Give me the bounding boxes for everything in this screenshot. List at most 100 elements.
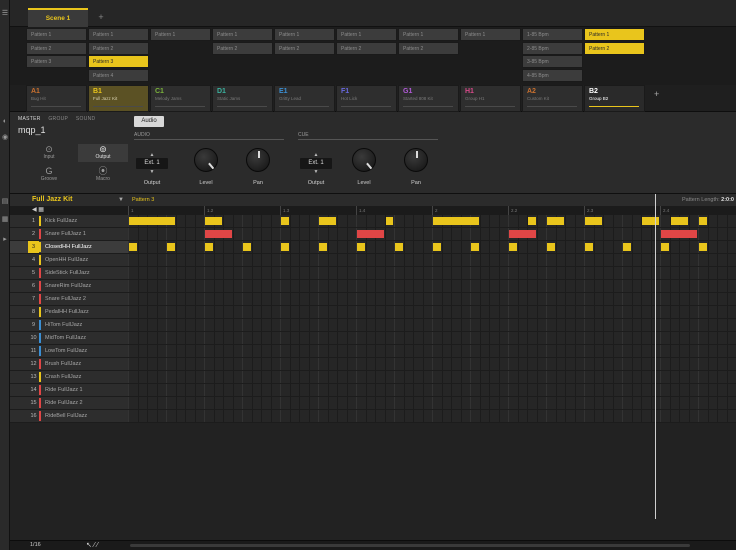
note-event[interactable] bbox=[385, 217, 393, 225]
sound-slot-2[interactable]: 2 Snare FullJazz 1 bbox=[10, 228, 128, 241]
note-event[interactable] bbox=[528, 217, 536, 225]
note-event[interactable] bbox=[642, 217, 659, 225]
note-event[interactable] bbox=[129, 243, 137, 251]
add-group-button[interactable]: + bbox=[654, 89, 659, 99]
note-event[interactable] bbox=[167, 243, 175, 251]
pattern-name[interactable]: Pattern 3 bbox=[132, 197, 154, 203]
sound-slot-8[interactable]: 8 PedalHH FullJazz bbox=[10, 306, 128, 319]
grid-row[interactable] bbox=[128, 358, 736, 371]
chevron-down-icon[interactable]: ▼ bbox=[118, 194, 124, 206]
down-arrow-icon[interactable]: ▼ bbox=[300, 169, 332, 175]
group-slot-h1[interactable]: H1 Group H1 bbox=[460, 85, 521, 112]
note-event[interactable] bbox=[129, 217, 175, 225]
pattern-slot[interactable]: Pattern 2 bbox=[398, 41, 459, 55]
pattern-slot[interactable]: Pattern 1 bbox=[584, 28, 645, 41]
keyboard-icon[interactable]: ▦ bbox=[1, 216, 9, 224]
pattern-slot[interactable]: Pattern 2 bbox=[88, 41, 149, 55]
groove-page-button[interactable]: G Groove bbox=[24, 166, 74, 184]
tab-master[interactable]: MASTER bbox=[18, 116, 41, 122]
note-event[interactable] bbox=[205, 230, 232, 238]
pattern-slot[interactable]: Pattern 2 bbox=[584, 41, 645, 55]
note-event[interactable] bbox=[357, 243, 365, 251]
add-scene-button[interactable]: + bbox=[94, 8, 108, 26]
note-event[interactable] bbox=[661, 243, 669, 251]
cue-output-selector[interactable]: ▲ Ext. 1 ▼ bbox=[300, 152, 332, 178]
grid-row[interactable] bbox=[128, 267, 736, 280]
mixer-toggle-icon[interactable]: ◐ bbox=[1, 118, 9, 126]
sound-slot-4[interactable]: 4 OpenHH FullJazz bbox=[10, 254, 128, 267]
group-slot-b2[interactable]: B2 Group B2 bbox=[584, 85, 645, 112]
group-slot-d1[interactable]: D1 Static Jams bbox=[212, 85, 273, 112]
pattern-slot[interactable]: Pattern 4 bbox=[88, 68, 149, 82]
sound-slot-6[interactable]: 6 SnareRim FullJazz bbox=[10, 280, 128, 293]
audio-tab[interactable]: Audio bbox=[134, 116, 164, 127]
pattern-slot[interactable]: Pattern 2 bbox=[212, 41, 273, 55]
note-event[interactable] bbox=[509, 243, 517, 251]
tab-group[interactable]: GROUP bbox=[48, 116, 68, 122]
down-arrow-icon[interactable]: ▼ bbox=[136, 169, 168, 175]
sound-slot-7[interactable]: 7 Snare FullJazz 2 bbox=[10, 293, 128, 306]
note-event[interactable] bbox=[319, 217, 336, 225]
group-slot-a2[interactable]: A2 Custom Kit bbox=[522, 85, 583, 112]
pattern-slot[interactable]: Pattern 2 bbox=[336, 41, 397, 55]
grid-row[interactable] bbox=[128, 371, 736, 384]
macro-page-button[interactable]: ⦿ Macro bbox=[78, 166, 128, 184]
note-event[interactable] bbox=[623, 243, 631, 251]
sampler-icon[interactable]: ◉ bbox=[1, 134, 9, 142]
pattern-slot[interactable]: 2-85 Bpm bbox=[522, 41, 583, 55]
automation-icon[interactable]: ▸ bbox=[1, 236, 9, 244]
pattern-editor-icon[interactable]: ▤ bbox=[1, 198, 9, 206]
note-event[interactable] bbox=[395, 243, 403, 251]
tab-sound[interactable]: SOUND bbox=[76, 116, 96, 122]
pattern-slot[interactable]: Pattern 1 bbox=[150, 28, 211, 41]
audio-output-selector[interactable]: ▲ Ext. 1 ▼ bbox=[136, 152, 168, 178]
note-event[interactable] bbox=[509, 230, 536, 238]
note-event[interactable] bbox=[357, 230, 384, 238]
scene-tab[interactable]: Scene 1 bbox=[28, 8, 88, 27]
sound-slot-5[interactable]: 5 SideStick FullJazz bbox=[10, 267, 128, 280]
grid-row[interactable] bbox=[128, 280, 736, 293]
input-page-button[interactable]: ⊙ Input bbox=[24, 144, 74, 162]
group-slot-a1[interactable]: A1 Bug Hit bbox=[26, 85, 87, 112]
browser-icon[interactable]: ☰ bbox=[1, 10, 9, 18]
group-slot-e1[interactable]: E1 Gritty Lead bbox=[274, 85, 335, 112]
sound-slot-10[interactable]: 10 MidTom FullJazz bbox=[10, 332, 128, 345]
grid-row[interactable] bbox=[128, 254, 736, 267]
audio-level-knob[interactable] bbox=[194, 148, 218, 172]
sound-slot-9[interactable]: 9 HiTom FullJazz bbox=[10, 319, 128, 332]
pattern-slot[interactable]: Pattern 1 bbox=[274, 28, 335, 41]
timeline-ruler[interactable]: 1 1.2 1.3 1.4 2 2.2 2.3 2.4 bbox=[128, 206, 736, 215]
pattern-slot[interactable]: Pattern 1 bbox=[398, 28, 459, 41]
step-size[interactable]: 1/16 bbox=[30, 542, 41, 548]
speaker-icon[interactable]: ◀ bbox=[32, 207, 37, 213]
grid-row[interactable] bbox=[128, 410, 736, 423]
pattern-length[interactable]: Pattern Length: 2:0:0 bbox=[682, 194, 734, 206]
pattern-slot[interactable]: Pattern 1 bbox=[212, 28, 273, 41]
group-slot-f1[interactable]: F1 Hot Lick bbox=[336, 85, 397, 112]
pattern-slot[interactable]: Pattern 3 bbox=[26, 55, 87, 68]
sound-slot-1[interactable]: 1 Kick FullJazz bbox=[10, 215, 128, 228]
kit-header[interactable]: Full Jazz Kit ▼ bbox=[10, 194, 128, 206]
horizontal-scrollbar[interactable] bbox=[130, 544, 690, 547]
step-grid[interactable] bbox=[128, 215, 736, 423]
note-event[interactable] bbox=[585, 217, 602, 225]
grid-row[interactable] bbox=[128, 397, 736, 410]
note-event[interactable] bbox=[433, 243, 441, 251]
grid-row[interactable] bbox=[128, 319, 736, 332]
grid-row[interactable] bbox=[128, 384, 736, 397]
note-event[interactable] bbox=[471, 243, 479, 251]
note-event[interactable] bbox=[670, 217, 688, 225]
sound-slot-15[interactable]: 15 Ride FullJazz 2 bbox=[10, 397, 128, 410]
group-slot-b1[interactable]: B1 Full Jazz Kit bbox=[88, 85, 149, 112]
group-slot-g1[interactable]: G1 Started 808 Kit bbox=[398, 85, 459, 112]
note-event[interactable] bbox=[281, 217, 289, 225]
grid-row[interactable] bbox=[128, 293, 736, 306]
note-event[interactable] bbox=[585, 243, 593, 251]
grid-row[interactable] bbox=[128, 345, 736, 358]
sound-slot-11[interactable]: 11 LowTom FullJazz bbox=[10, 345, 128, 358]
note-event[interactable] bbox=[205, 243, 213, 251]
grid-row[interactable] bbox=[128, 306, 736, 319]
sound-slot-14[interactable]: 14 Ride FullJazz 1 bbox=[10, 384, 128, 397]
note-event[interactable] bbox=[699, 217, 707, 225]
cue-pan-knob[interactable] bbox=[404, 148, 428, 172]
